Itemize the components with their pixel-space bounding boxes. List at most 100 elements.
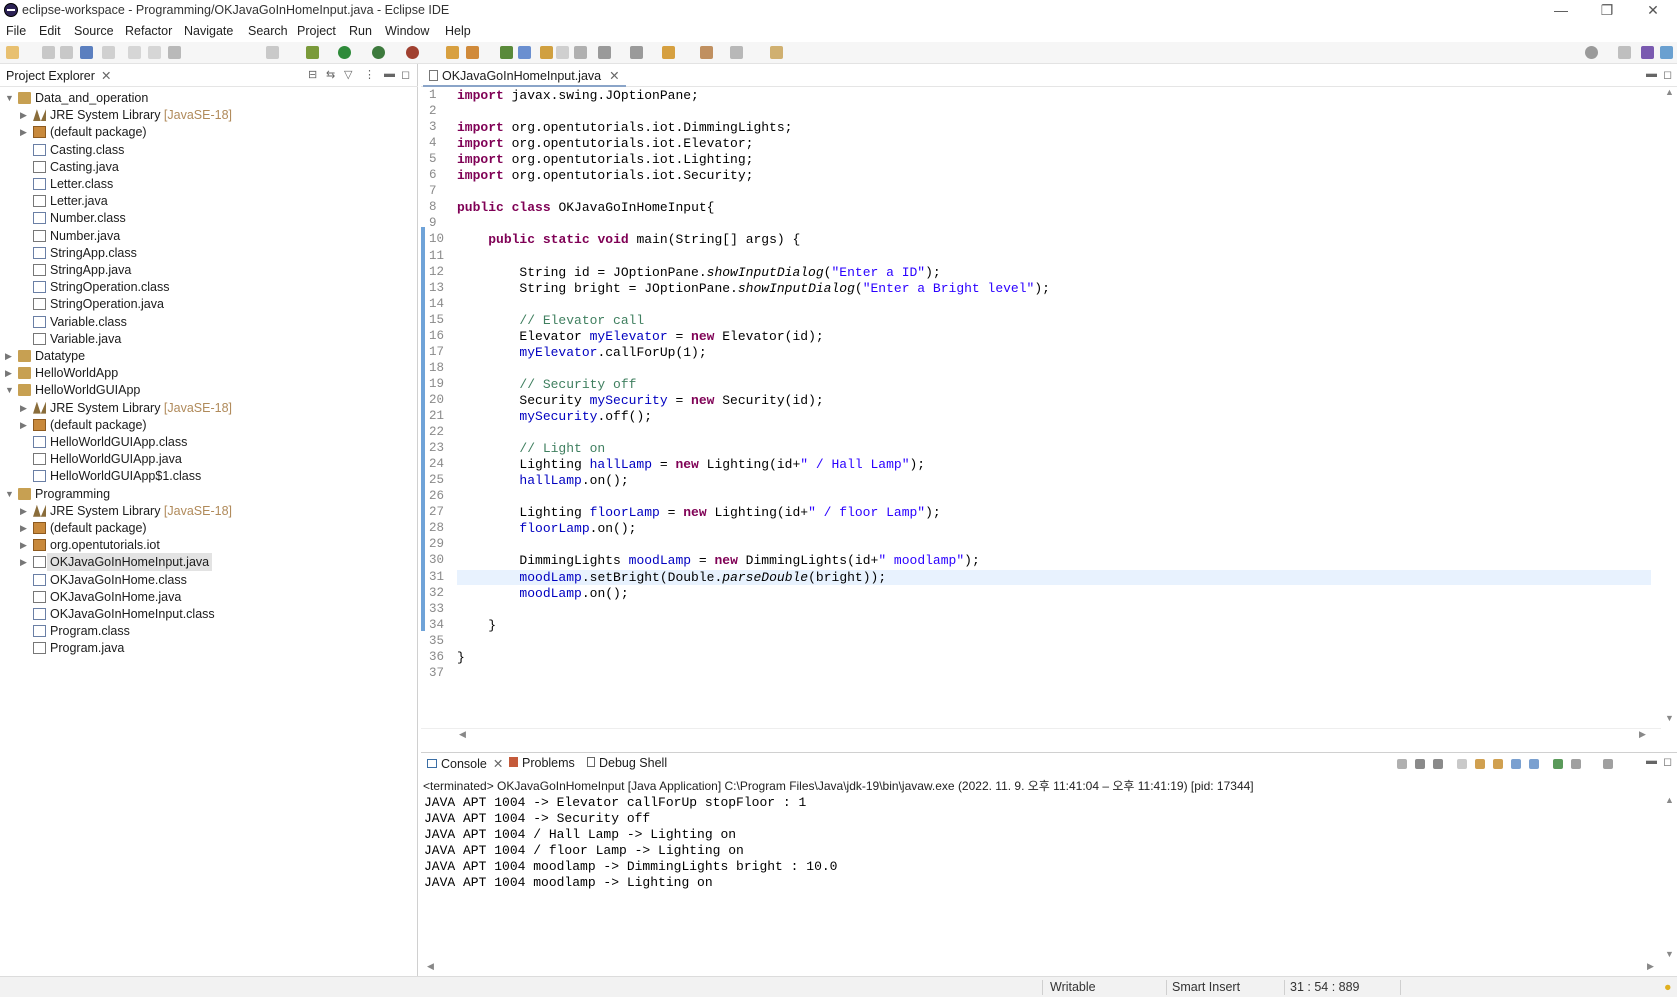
- tab-problems[interactable]: Problems: [509, 756, 575, 770]
- tree-item[interactable]: StringOperation.class: [0, 278, 418, 296]
- scroll-left-icon[interactable]: ◀: [427, 961, 434, 972]
- forward-icon[interactable]: [730, 46, 743, 59]
- show-whitespace-icon[interactable]: [574, 46, 587, 59]
- code-line[interactable]: String id = JOptionPane.showInputDialog(…: [457, 265, 940, 280]
- remove-launch-icon[interactable]: [1415, 759, 1425, 769]
- word-wrap-icon[interactable]: [556, 46, 569, 59]
- tree-item[interactable]: ▶ (default package): [0, 416, 418, 434]
- menu-edit[interactable]: Edit: [39, 24, 61, 38]
- editor-horizontal-scrollbar[interactable]: ◀ ▶: [421, 728, 1661, 742]
- close-icon[interactable]: ✕: [493, 757, 503, 771]
- menu-refactor[interactable]: Refactor: [125, 24, 172, 38]
- chevron-right-icon[interactable]: ▶: [20, 416, 30, 434]
- open-console-icon[interactable]: [1603, 759, 1613, 769]
- code-line[interactable]: import org.opentutorials.iot.DimmingLigh…: [457, 120, 792, 135]
- code-line[interactable]: // Elevator call: [457, 313, 644, 328]
- tree-item[interactable]: OKJavaGoInHome.java: [0, 588, 418, 606]
- menu-source[interactable]: Source: [74, 24, 114, 38]
- chevron-down-icon[interactable]: ▼: [5, 89, 15, 107]
- tab-debug-shell[interactable]: Debug Shell: [587, 756, 667, 770]
- close-button[interactable]: ✕: [1630, 0, 1676, 22]
- tree-item[interactable]: Number.class: [0, 209, 418, 227]
- code-line[interactable]: Lighting hallLamp = new Lighting(id+" / …: [457, 457, 925, 472]
- menu-window[interactable]: Window: [385, 24, 429, 38]
- last-edit-location-icon[interactable]: [662, 46, 675, 59]
- collapse-all-icon[interactable]: ⊟: [308, 68, 317, 81]
- scroll-right-icon[interactable]: ▶: [1647, 961, 1654, 972]
- chevron-right-icon[interactable]: ▶: [20, 553, 30, 571]
- code-line[interactable]: hallLamp.on();: [457, 473, 628, 488]
- menu-search[interactable]: Search: [248, 24, 288, 38]
- terminate-icon[interactable]: [168, 46, 181, 59]
- external-tools-icon[interactable]: [406, 46, 419, 59]
- menu-project[interactable]: Project: [297, 24, 336, 38]
- code-line[interactable]: }: [457, 650, 465, 665]
- tree-item[interactable]: ▼ Data_and_operation: [0, 89, 418, 107]
- code-line[interactable]: floorLamp.on();: [457, 521, 636, 536]
- tree-item[interactable]: HelloWorldGUIApp.class: [0, 433, 418, 451]
- chevron-right-icon[interactable]: ▶: [20, 502, 30, 520]
- chevron-right-icon[interactable]: ▶: [5, 364, 15, 382]
- tree-item[interactable]: HelloWorldGUIApp.java: [0, 450, 418, 468]
- minimize-button[interactable]: —: [1538, 0, 1584, 22]
- console-horizontal-scrollbar[interactable]: ◀ ▶: [421, 961, 1661, 975]
- minimize-view-icon[interactable]: ▬: [1646, 755, 1657, 767]
- tree-item[interactable]: ▶ Datatype: [0, 347, 418, 365]
- java-perspective-icon[interactable]: [1641, 46, 1654, 59]
- chevron-right-icon[interactable]: ▶: [20, 519, 30, 537]
- close-icon[interactable]: ✕: [101, 69, 111, 83]
- code-line[interactable]: }: [457, 618, 496, 633]
- maximize-view-icon[interactable]: ◻: [1663, 68, 1672, 81]
- tree-item[interactable]: ▶ JRE System Library [JavaSE-18]: [0, 106, 418, 124]
- menu-run[interactable]: Run: [349, 24, 372, 38]
- code-line[interactable]: DimmingLights moodLamp = new DimmingLigh…: [457, 553, 979, 568]
- code-line[interactable]: myElevator.callForUp(1);: [457, 345, 706, 360]
- word-wrap-icon[interactable]: [1493, 759, 1503, 769]
- code-line[interactable]: public static void main(String[] args) {: [457, 232, 800, 247]
- coverage-icon[interactable]: [372, 46, 385, 59]
- tree-item[interactable]: OKJavaGoInHomeInput.class: [0, 605, 418, 623]
- lightbulb-icon[interactable]: ●: [1664, 980, 1672, 994]
- scroll-up-icon[interactable]: ▲: [1665, 795, 1674, 805]
- tab-project-explorer[interactable]: Project Explorer ✕: [2, 66, 115, 86]
- code-line[interactable]: import javax.swing.JOptionPane;: [457, 88, 699, 103]
- toggle-mark-occurrences-icon[interactable]: [518, 46, 531, 59]
- tree-item[interactable]: Letter.class: [0, 175, 418, 193]
- tree-item[interactable]: ▼ HelloWorldGUIApp: [0, 381, 418, 399]
- resume-icon[interactable]: [128, 46, 141, 59]
- view-menu-icon[interactable]: ⋮: [364, 68, 375, 81]
- run-icon[interactable]: [338, 46, 351, 59]
- code-line[interactable]: // Security off: [457, 377, 636, 392]
- scroll-left-icon[interactable]: ◀: [459, 729, 466, 740]
- debug-icon[interactable]: [306, 46, 319, 59]
- new-java-project-icon[interactable]: [446, 46, 459, 59]
- tree-item[interactable]: ▶ org.opentutorials.iot: [0, 536, 418, 554]
- scroll-up-icon[interactable]: ▲: [1665, 87, 1674, 97]
- menu-navigate[interactable]: Navigate: [184, 24, 233, 38]
- minimize-view-icon[interactable]: ▬: [384, 68, 395, 80]
- maximize-view-icon[interactable]: ◻: [401, 68, 410, 81]
- tree-item[interactable]: Program.java: [0, 639, 418, 657]
- code-line[interactable]: moodLamp.on();: [457, 586, 628, 601]
- tree-item[interactable]: Program.class: [0, 622, 418, 640]
- tree-item[interactable]: ▼ Programming: [0, 485, 418, 503]
- search-icon[interactable]: [1585, 46, 1598, 59]
- tab-console[interactable]: Console ✕: [427, 756, 503, 771]
- show-console-on-error-icon[interactable]: [1529, 759, 1539, 769]
- editor-vertical-scrollbar[interactable]: ▲ ▼: [1661, 87, 1677, 727]
- terminate-icon[interactable]: [1397, 759, 1407, 769]
- scroll-down-icon[interactable]: ▼: [1665, 713, 1674, 723]
- code-line[interactable]: public class OKJavaGoInHomeInput{: [457, 200, 714, 215]
- chevron-right-icon[interactable]: ▶: [20, 123, 30, 141]
- tree-item[interactable]: Casting.class: [0, 141, 418, 159]
- tree-item[interactable]: StringApp.java: [0, 261, 418, 279]
- save-all-icon[interactable]: [60, 46, 73, 59]
- code-line[interactable]: Security mySecurity = new Security(id);: [457, 393, 823, 408]
- new-icon[interactable]: [6, 46, 19, 59]
- tree-item[interactable]: ▶ HelloWorldApp: [0, 364, 418, 382]
- tree-item[interactable]: ▶ JRE System Library [JavaSE-18]: [0, 399, 418, 417]
- tree-item[interactable]: OKJavaGoInHome.class: [0, 571, 418, 589]
- filter-icon[interactable]: ▽: [344, 68, 352, 81]
- chevron-down-icon[interactable]: ▼: [5, 381, 15, 399]
- tree-item[interactable]: Casting.java: [0, 158, 418, 176]
